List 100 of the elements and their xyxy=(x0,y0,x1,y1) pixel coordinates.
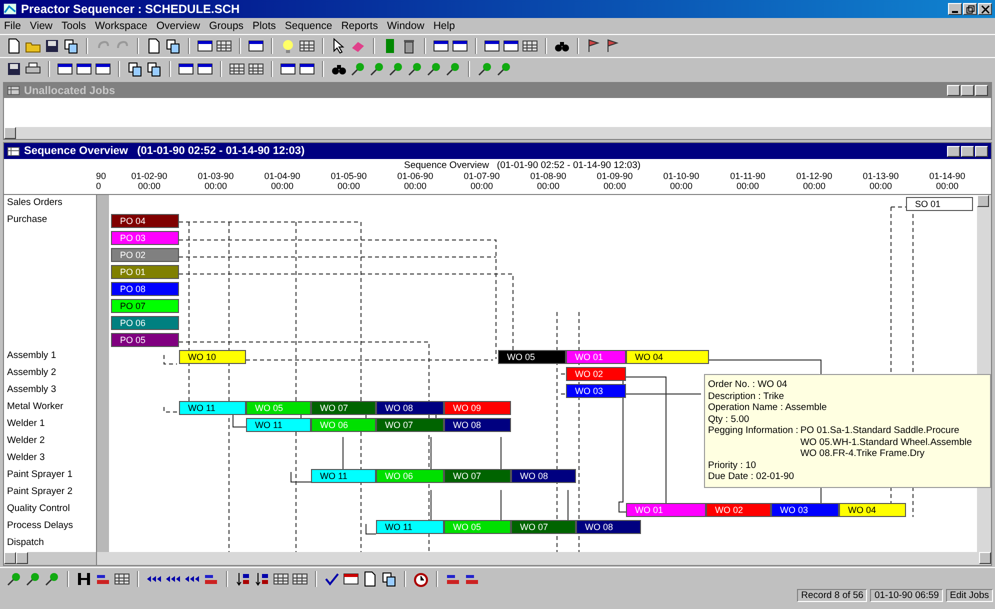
pages-icon[interactable] xyxy=(165,38,181,54)
date-label: 01-05-90 xyxy=(330,171,367,181)
grid-icon[interactable] xyxy=(114,570,130,586)
window-icon[interactable] xyxy=(76,61,92,77)
status-pane: Edit Jobs xyxy=(946,589,993,602)
window-icon[interactable] xyxy=(197,38,213,54)
menu-item[interactable]: View xyxy=(30,20,52,32)
flag-icon[interactable] xyxy=(605,38,621,54)
window-icon[interactable] xyxy=(343,570,359,586)
page-icon[interactable] xyxy=(362,570,378,586)
maximize-button[interactable] xyxy=(961,146,974,156)
job-bar[interactable]: WO 07 xyxy=(311,400,376,414)
window-icon[interactable] xyxy=(57,61,73,77)
job-bar[interactable]: WO 08 xyxy=(376,400,444,414)
resource-label: Paint Sprayer 1 xyxy=(7,469,72,480)
time-label: 00:00 xyxy=(404,181,427,191)
check-icon[interactable] xyxy=(324,570,340,586)
job-bar[interactable]: PO 06 xyxy=(111,316,179,330)
job-bar[interactable]: WO 08 xyxy=(444,418,511,432)
job-bar[interactable]: PO 07 xyxy=(111,298,179,312)
minimize-button[interactable] xyxy=(948,3,962,15)
menu-item[interactable]: Plots xyxy=(252,20,276,32)
menu-item[interactable]: Reports xyxy=(341,20,378,32)
window-icon[interactable] xyxy=(280,61,296,77)
pages-icon[interactable] xyxy=(63,38,79,54)
menu-item[interactable]: Workspace xyxy=(95,20,148,32)
job-bar[interactable]: WO 10 xyxy=(179,350,246,364)
maximize-button[interactable] xyxy=(961,85,974,96)
job-bar[interactable]: WO 05 xyxy=(498,350,566,364)
scroll-right-button[interactable] xyxy=(979,552,991,564)
window-icon[interactable] xyxy=(452,38,468,54)
job-bar[interactable]: WO 11 xyxy=(376,520,444,534)
sort-icon[interactable] xyxy=(235,570,251,586)
job-bar[interactable]: PO 04 xyxy=(111,214,179,228)
flag-icon[interactable] xyxy=(586,38,602,54)
job-bar[interactable]: WO 07 xyxy=(376,418,444,432)
window-icon[interactable] xyxy=(299,61,315,77)
page-icon[interactable] xyxy=(6,38,22,54)
window-icon[interactable] xyxy=(178,61,194,77)
job-bar[interactable]: PO 08 xyxy=(111,282,179,296)
resource-label: Assembly 1 xyxy=(7,350,56,361)
bulb-icon[interactable] xyxy=(280,38,296,54)
menu-item[interactable]: Help xyxy=(433,20,455,32)
minimize-button[interactable] xyxy=(947,146,960,156)
job-bar[interactable]: PO 02 xyxy=(111,248,179,262)
close-button[interactable] xyxy=(975,146,988,156)
minimize-icon xyxy=(952,10,958,12)
menu-item[interactable]: Sequence xyxy=(284,20,332,32)
menu-item[interactable]: Overview xyxy=(156,20,200,32)
pages-icon[interactable] xyxy=(146,61,162,77)
job-bar[interactable]: WO 04 xyxy=(839,502,906,516)
job-bar[interactable]: WO 08 xyxy=(511,468,576,482)
scroll-right-button[interactable] xyxy=(16,552,28,564)
job-bar[interactable]: WO 07 xyxy=(444,468,511,482)
menu-item[interactable]: Groups xyxy=(209,20,244,32)
job-bar[interactable]: WO 11 xyxy=(179,400,246,414)
grid-icon[interactable] xyxy=(522,38,538,54)
menu-item[interactable]: Tools xyxy=(62,20,86,32)
window-icon[interactable] xyxy=(433,38,449,54)
clock-icon[interactable] xyxy=(413,570,429,586)
grid-icon[interactable] xyxy=(216,38,232,54)
window-icon[interactable] xyxy=(197,61,213,77)
job-bar[interactable]: WO 03 xyxy=(566,384,626,398)
close-button[interactable] xyxy=(978,3,992,15)
job-bar[interactable]: WO 08 xyxy=(576,520,641,534)
job-bar[interactable]: WO 09 xyxy=(444,400,511,414)
job-bar[interactable]: WO 02 xyxy=(706,502,771,516)
minimize-button[interactable] xyxy=(947,85,960,96)
window-icon[interactable] xyxy=(248,38,264,54)
job-bar[interactable]: WO 04 xyxy=(626,350,709,364)
sort-icon[interactable] xyxy=(254,570,270,586)
pages-icon[interactable] xyxy=(127,61,143,77)
job-bar[interactable]: WO 07 xyxy=(511,520,576,534)
grid-icon[interactable] xyxy=(292,570,308,586)
scroll-up-button[interactable] xyxy=(977,195,989,207)
close-button[interactable] xyxy=(975,85,988,96)
job-bar[interactable]: WO 03 xyxy=(771,502,839,516)
grid-icon[interactable] xyxy=(248,61,264,77)
time-label: 00:00 xyxy=(337,181,360,191)
restore-button[interactable] xyxy=(963,3,977,15)
pages-icon[interactable] xyxy=(381,570,397,586)
menu-item[interactable]: Window xyxy=(386,20,424,32)
pointer-icon[interactable] xyxy=(331,38,347,54)
page-icon[interactable] xyxy=(146,38,162,54)
scroll-left-button[interactable] xyxy=(4,552,16,564)
window-icon[interactable] xyxy=(484,38,500,54)
window-icon[interactable] xyxy=(503,38,519,54)
job-bar[interactable]: WO 11 xyxy=(311,468,376,482)
grid-icon[interactable] xyxy=(229,61,245,77)
job-bar[interactable]: PO 01 xyxy=(111,264,179,278)
job-bar[interactable]: WO 11 xyxy=(246,418,311,432)
menu-item[interactable]: File xyxy=(4,20,21,32)
job-bar[interactable]: PO 05 xyxy=(111,332,179,346)
grid-icon[interactable] xyxy=(273,570,289,586)
job-bar[interactable]: WO 02 xyxy=(566,366,626,380)
window-icon[interactable] xyxy=(95,61,111,77)
job-bar[interactable]: SO 01 xyxy=(906,196,973,210)
grid-icon[interactable] xyxy=(299,38,315,54)
bin-icon[interactable] xyxy=(401,38,417,54)
scroll-left-button[interactable] xyxy=(4,127,16,139)
